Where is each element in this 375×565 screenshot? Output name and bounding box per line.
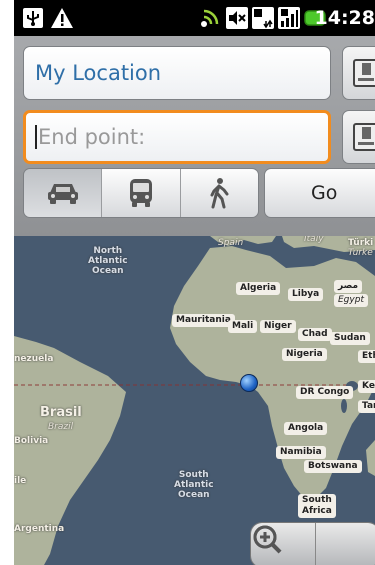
map-label-turkey-alt: Turke [348, 248, 373, 258]
end-point-field[interactable]: End point: [23, 110, 331, 164]
contacts-book-icon [353, 59, 375, 87]
map-label-italy: Italy [304, 236, 324, 244]
map-label-algeria: Algeria [236, 282, 281, 295]
bus-icon [129, 179, 152, 207]
map-label-bolivia: Bolivia [14, 436, 49, 446]
map-label-mali: Mali [228, 320, 258, 333]
status-time: 14:28 [314, 7, 375, 29]
zoom-controls [250, 522, 375, 565]
start-point-field[interactable]: My Location [23, 46, 331, 100]
mode-walking-button[interactable] [180, 169, 258, 217]
map-label-spain: Spain [218, 238, 244, 248]
map-label-argentina: Argentina [14, 524, 65, 534]
car-icon [47, 184, 78, 204]
map-label-chad: Chad [298, 328, 332, 341]
map-label-brazil: Brazil [48, 422, 74, 432]
map-label-sudan: Sudan [330, 332, 370, 345]
mode-driving-button[interactable] [24, 169, 103, 217]
map-label-egypt: Egypt [334, 294, 368, 307]
zoom-in-button[interactable] [253, 523, 375, 565]
text-caret [35, 124, 37, 149]
map-label-ethiopia: Eth [358, 350, 375, 363]
contacts-book-icon [353, 123, 375, 151]
map-label-egypt-ar: مصر [334, 280, 363, 293]
end-point-placeholder: End point: [38, 125, 146, 149]
current-location-marker[interactable] [240, 374, 258, 392]
walking-icon [210, 178, 229, 209]
map-label-kenya: Ken [358, 380, 375, 393]
map-label-angola: Angola [284, 422, 328, 435]
directions-panel: My Location End point: Go [14, 36, 375, 236]
warning-icon [50, 6, 74, 30]
map-label-niger: Niger [260, 320, 296, 333]
map-label-namibia: Namibia [276, 446, 326, 459]
end-contacts-button[interactable] [342, 110, 375, 164]
map-label-nigeria: Nigeria [282, 348, 327, 361]
signal-icon [278, 6, 300, 30]
wifi-icon [198, 6, 222, 30]
map-label-mauritania: Mauritania [172, 314, 235, 327]
map-label-botswana: Botswana [304, 460, 362, 473]
map-label-brasil: Brasil [40, 405, 82, 420]
map-label-turkey: Türki [348, 238, 374, 248]
data-icon [252, 6, 274, 30]
map-label-north-atlantic: North Atlantic Ocean [88, 246, 128, 276]
mute-icon [226, 6, 248, 30]
start-contacts-button[interactable] [342, 46, 375, 100]
map-label-south-africa: South Africa [298, 494, 336, 518]
usb-icon [22, 6, 44, 30]
map-label-south-atlantic: South Atlantic Ocean [174, 470, 214, 500]
map-label-libya: Libya [288, 288, 324, 301]
travel-mode-selector [23, 168, 259, 218]
map-label-tanzania: Tanz [358, 400, 375, 413]
status-bar: 14:28 [14, 0, 375, 36]
app-screen: 14:28 My Location End point: Go Spain It… [14, 0, 375, 565]
go-button[interactable]: Go [264, 168, 375, 218]
map-label-dr-congo: DR Congo [296, 386, 354, 399]
map-view[interactable]: Spain Italy Türki Turke North Atlantic O… [14, 236, 375, 565]
zoom-in-icon [253, 525, 282, 554]
map-label-venezuela: nezuela [14, 354, 54, 364]
mode-transit-button[interactable] [102, 169, 181, 217]
map-label-chile: ile [14, 476, 27, 486]
